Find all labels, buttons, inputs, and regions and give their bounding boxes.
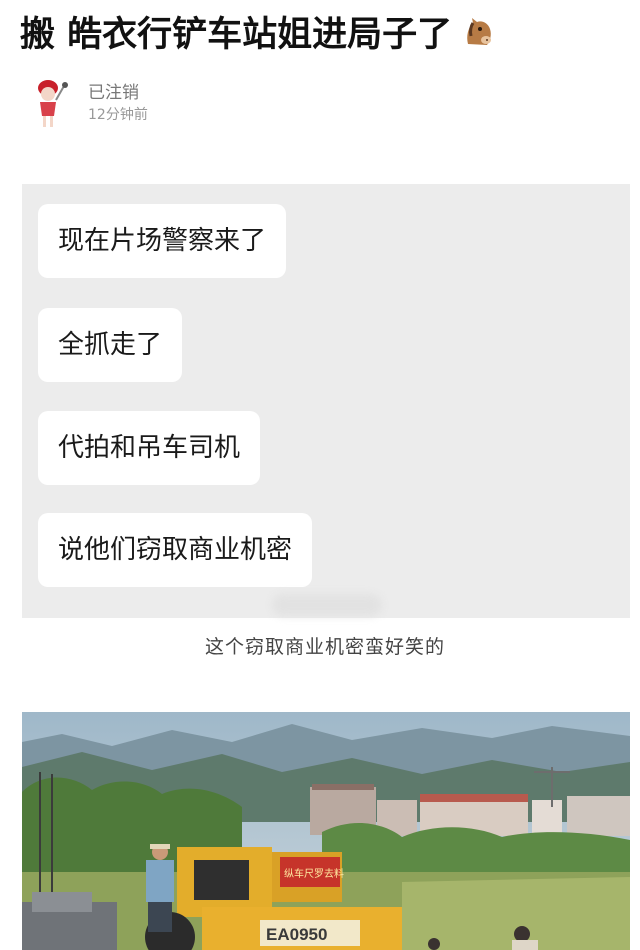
- chat-message-bubble: 全抓走了: [38, 308, 183, 382]
- vehicle-plate-text: EA0950: [266, 925, 327, 944]
- screenshot-caption: 这个窃取商业机密蛮好笑的: [204, 636, 445, 658]
- chat-message-bubble: 说他们窃取商业机密: [38, 513, 313, 587]
- chat-screenshot: 现在片场警察来了 全抓走了 代拍和吊车司机 说他们窃取商业机密: [22, 184, 630, 618]
- author-name[interactable]: 已注销: [88, 82, 148, 104]
- vehicle-sign-text: 纵车尺罗去料: [284, 867, 344, 880]
- post-author-row: 已注销 12分钟前: [30, 78, 148, 130]
- chat-message-bubble: 代拍和吊车司机: [38, 411, 261, 485]
- post-title: 搬 皓衣行铲车站姐进局子了: [20, 6, 496, 57]
- blurred-text-artifact: [272, 594, 382, 616]
- horse-face-icon: [460, 14, 496, 50]
- avatar[interactable]: [30, 78, 70, 130]
- post-title-text: 搬 皓衣行铲车站姐进局子了: [20, 15, 453, 55]
- author-meta: 已注销 12分钟前: [88, 82, 148, 126]
- chat-message-bubble: 现在片场警察来了: [38, 204, 287, 278]
- post-timestamp: 12分钟前: [88, 107, 148, 123]
- construction-site-photo[interactable]: EA0950 纵车尺罗去料: [22, 712, 630, 950]
